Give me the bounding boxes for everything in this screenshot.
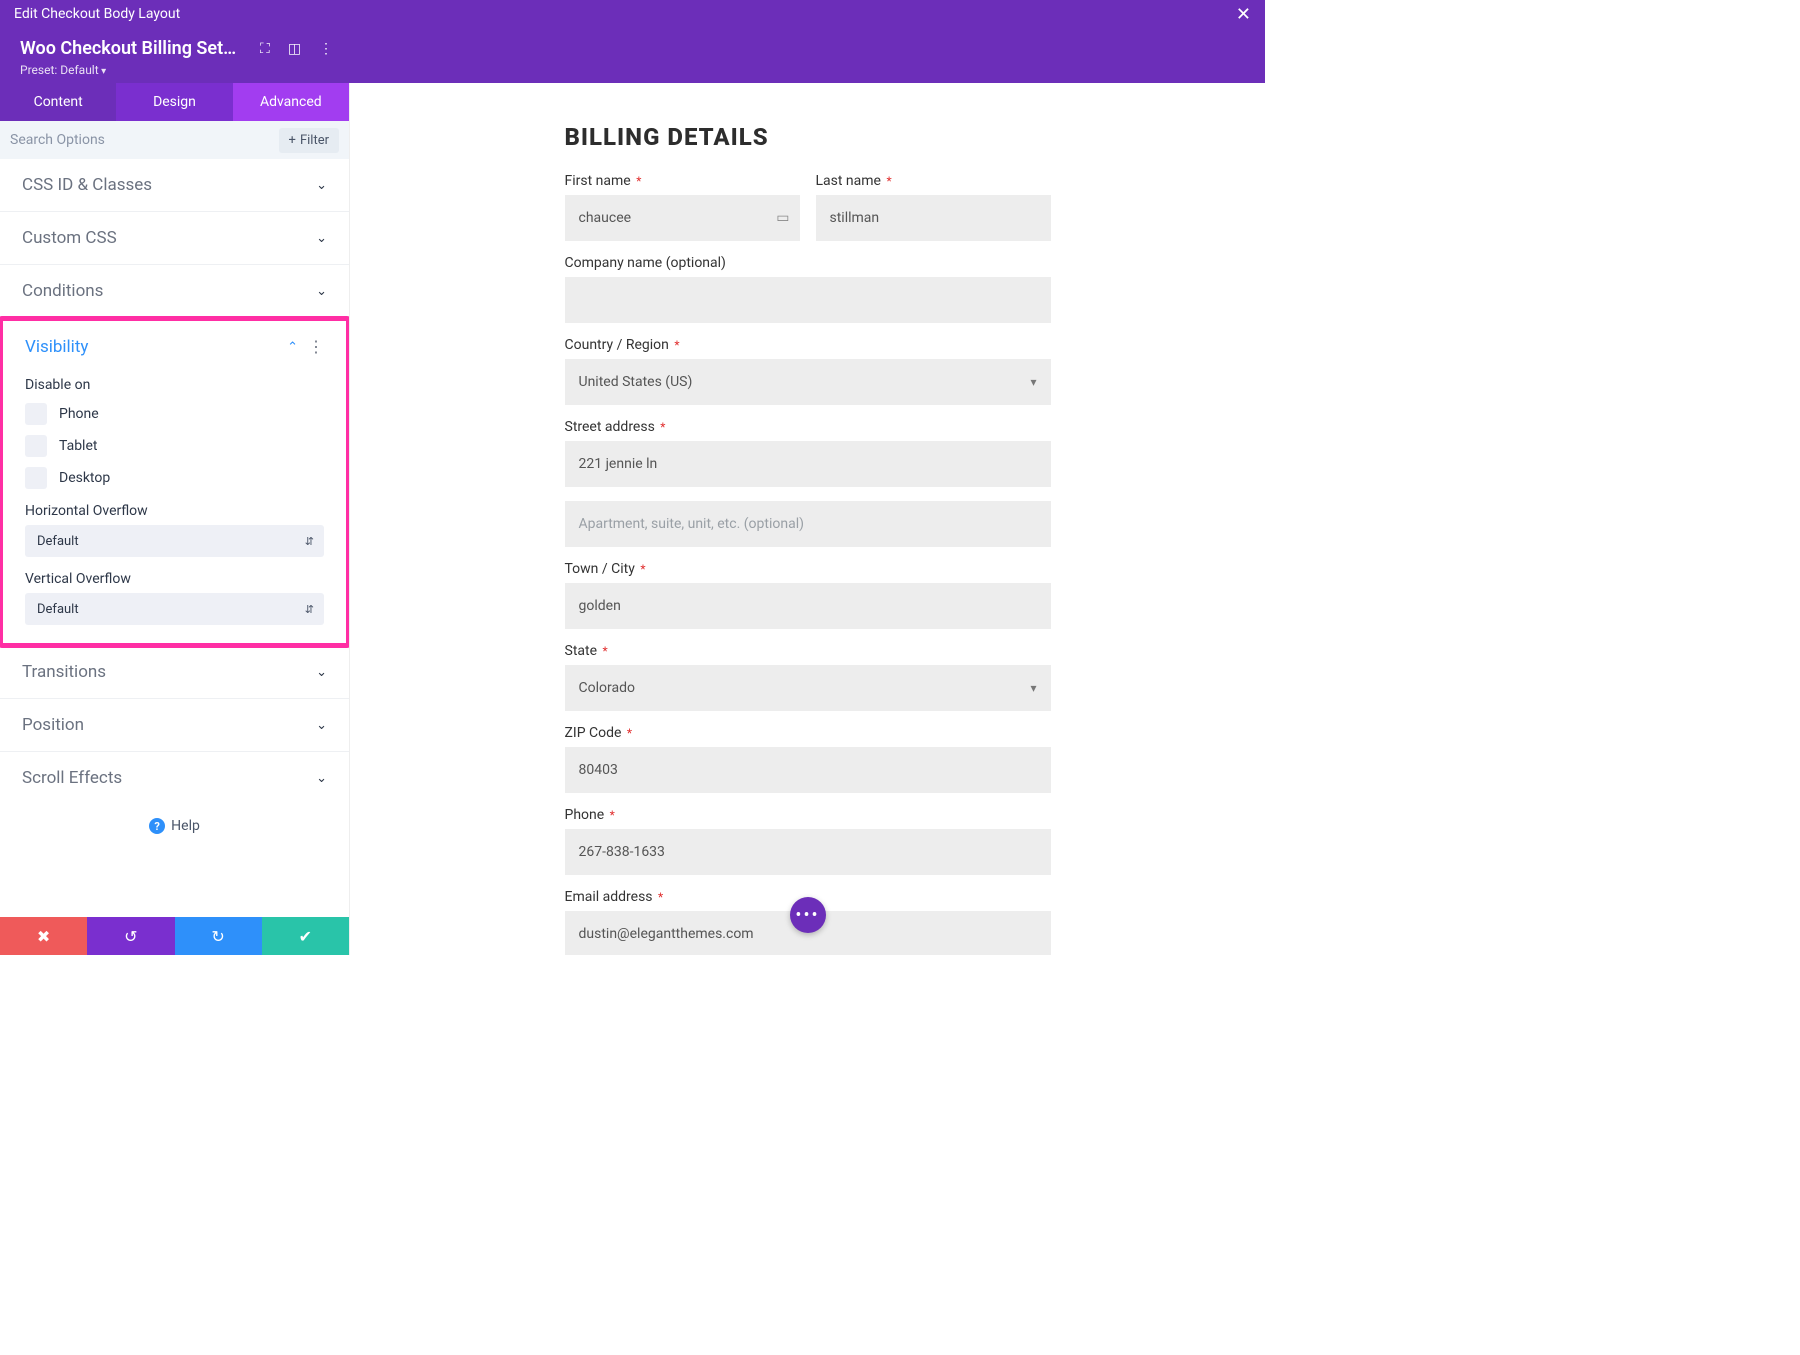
- title-bar: Edit Checkout Body Layout ✕: [0, 0, 1265, 28]
- acc-custom-css-title: Custom CSS: [22, 228, 117, 248]
- accordion: CSS ID & Classes ⌄ Custom CSS ⌄ Conditio…: [0, 159, 349, 917]
- billing-form: BILLING DETAILS First name * chaucee ▭ L…: [565, 123, 1051, 955]
- more-icon[interactable]: ⋮: [319, 41, 333, 57]
- acc-position[interactable]: Position ⌄: [0, 699, 349, 752]
- acc-conditions[interactable]: Conditions ⌄: [0, 265, 349, 318]
- disable-tablet-row[interactable]: Tablet: [25, 435, 324, 457]
- last-name-label: Last name *: [816, 173, 1051, 189]
- redo-button[interactable]: ↻: [175, 917, 262, 955]
- acc-visibility-body: Disable on Phone Tablet Desktop: [3, 377, 346, 643]
- acc-transitions[interactable]: Transitions ⌄: [0, 646, 349, 699]
- state-label: State *: [565, 643, 1051, 659]
- acc-transitions-title: Transitions: [22, 662, 106, 682]
- acc-css-id-title: CSS ID & Classes: [22, 175, 152, 195]
- fullscreen-icon[interactable]: ⛶: [260, 41, 270, 57]
- fab-button[interactable]: •••: [790, 897, 826, 933]
- search-input[interactable]: [10, 132, 271, 148]
- first-name-label: First name *: [565, 173, 800, 189]
- acc-visibility: Visibility ⌃ ⋮ Disable on Phone: [3, 321, 346, 643]
- tab-design[interactable]: Design: [116, 83, 232, 121]
- settings-sidebar: Content Design Advanced + Filter CSS ID &…: [0, 83, 350, 955]
- disable-on-label: Disable on: [25, 377, 324, 393]
- acc-visibility-header[interactable]: Visibility ⌃ ⋮: [3, 321, 346, 373]
- disable-desktop-row[interactable]: Desktop: [25, 467, 324, 489]
- checkbox-phone[interactable]: [25, 403, 47, 425]
- preset-dropdown[interactable]: Preset: Default: [20, 63, 1245, 77]
- help-label: Help: [171, 818, 200, 834]
- preview-area: BILLING DETAILS First name * chaucee ▭ L…: [350, 83, 1265, 955]
- more-icon[interactable]: ⋮: [308, 339, 324, 355]
- help-icon: ?: [149, 818, 165, 834]
- responsive-icon[interactable]: ◫: [288, 41, 301, 57]
- country-select[interactable]: United States (US): [565, 359, 1051, 405]
- desktop-label: Desktop: [59, 470, 110, 486]
- tab-content[interactable]: Content: [0, 83, 116, 121]
- h-overflow-select[interactable]: Default: [25, 525, 324, 557]
- settings-tabs: Content Design Advanced: [0, 83, 349, 121]
- tablet-label: Tablet: [59, 438, 97, 454]
- last-name-field[interactable]: stillman: [816, 195, 1051, 241]
- city-label: Town / City *: [565, 561, 1051, 577]
- street-field[interactable]: 221 jennie ln: [565, 441, 1051, 487]
- title-bar-text: Edit Checkout Body Layout: [14, 6, 180, 22]
- phone-label: Phone: [59, 406, 99, 422]
- module-title: Woo Checkout Billing Setti...: [20, 38, 240, 59]
- acc-custom-css[interactable]: Custom CSS ⌄: [0, 212, 349, 265]
- billing-heading: BILLING DETAILS: [565, 123, 1051, 151]
- acc-css-id[interactable]: CSS ID & Classes ⌄: [0, 159, 349, 212]
- chevron-down-icon: ⌄: [316, 718, 327, 733]
- module-bar: Woo Checkout Billing Setti... ⛶ ◫ ⋮ Pres…: [0, 28, 1265, 83]
- acc-scroll-effects[interactable]: Scroll Effects ⌄: [0, 752, 349, 804]
- plus-icon: +: [289, 133, 296, 148]
- v-overflow-select[interactable]: Default: [25, 593, 324, 625]
- zip-field[interactable]: 80403: [565, 747, 1051, 793]
- save-button[interactable]: ✔: [262, 917, 349, 955]
- chevron-down-icon: ⌄: [316, 771, 327, 786]
- acc-position-title: Position: [22, 715, 84, 735]
- undo-button[interactable]: ↺: [87, 917, 174, 955]
- checkbox-desktop[interactable]: [25, 467, 47, 489]
- acc-conditions-title: Conditions: [22, 281, 103, 301]
- v-overflow-label: Vertical Overflow: [25, 571, 324, 587]
- help-link[interactable]: ? Help: [0, 804, 349, 860]
- chevron-down-icon: ⌄: [316, 178, 327, 193]
- acc-scroll-effects-title: Scroll Effects: [22, 768, 122, 788]
- chevron-down-icon: ⌄: [316, 284, 327, 299]
- company-label: Company name (optional): [565, 255, 1051, 271]
- state-select[interactable]: Colorado: [565, 665, 1051, 711]
- filter-button[interactable]: + Filter: [279, 128, 339, 153]
- contact-card-icon: ▭: [776, 210, 789, 226]
- acc-visibility-title: Visibility: [25, 337, 88, 357]
- cancel-button[interactable]: ✖: [0, 917, 87, 955]
- country-label: Country / Region *: [565, 337, 1051, 353]
- close-icon[interactable]: ✕: [1236, 4, 1251, 25]
- zip-label: ZIP Code *: [565, 725, 1051, 741]
- checkbox-tablet[interactable]: [25, 435, 47, 457]
- filter-label: Filter: [300, 133, 329, 148]
- street-label: Street address *: [565, 419, 1051, 435]
- highlight-box: Visibility ⌃ ⋮ Disable on Phone: [0, 316, 349, 648]
- company-field[interactable]: [565, 277, 1051, 323]
- chevron-down-icon: ⌄: [316, 665, 327, 680]
- h-overflow-label: Horizontal Overflow: [25, 503, 324, 519]
- tab-advanced[interactable]: Advanced: [233, 83, 349, 121]
- footer-actions: ✖ ↺ ↻ ✔: [0, 917, 349, 955]
- street2-field[interactable]: Apartment, suite, unit, etc. (optional): [565, 501, 1051, 547]
- phone-label: Phone *: [565, 807, 1051, 823]
- city-field[interactable]: golden: [565, 583, 1051, 629]
- first-name-value: chaucee: [579, 210, 632, 226]
- chevron-up-icon: ⌃: [287, 340, 298, 355]
- phone-field[interactable]: 267-838-1633: [565, 829, 1051, 875]
- disable-phone-row[interactable]: Phone: [25, 403, 324, 425]
- first-name-field[interactable]: chaucee ▭: [565, 195, 800, 241]
- search-row: + Filter: [0, 121, 349, 159]
- chevron-down-icon: ⌄: [316, 231, 327, 246]
